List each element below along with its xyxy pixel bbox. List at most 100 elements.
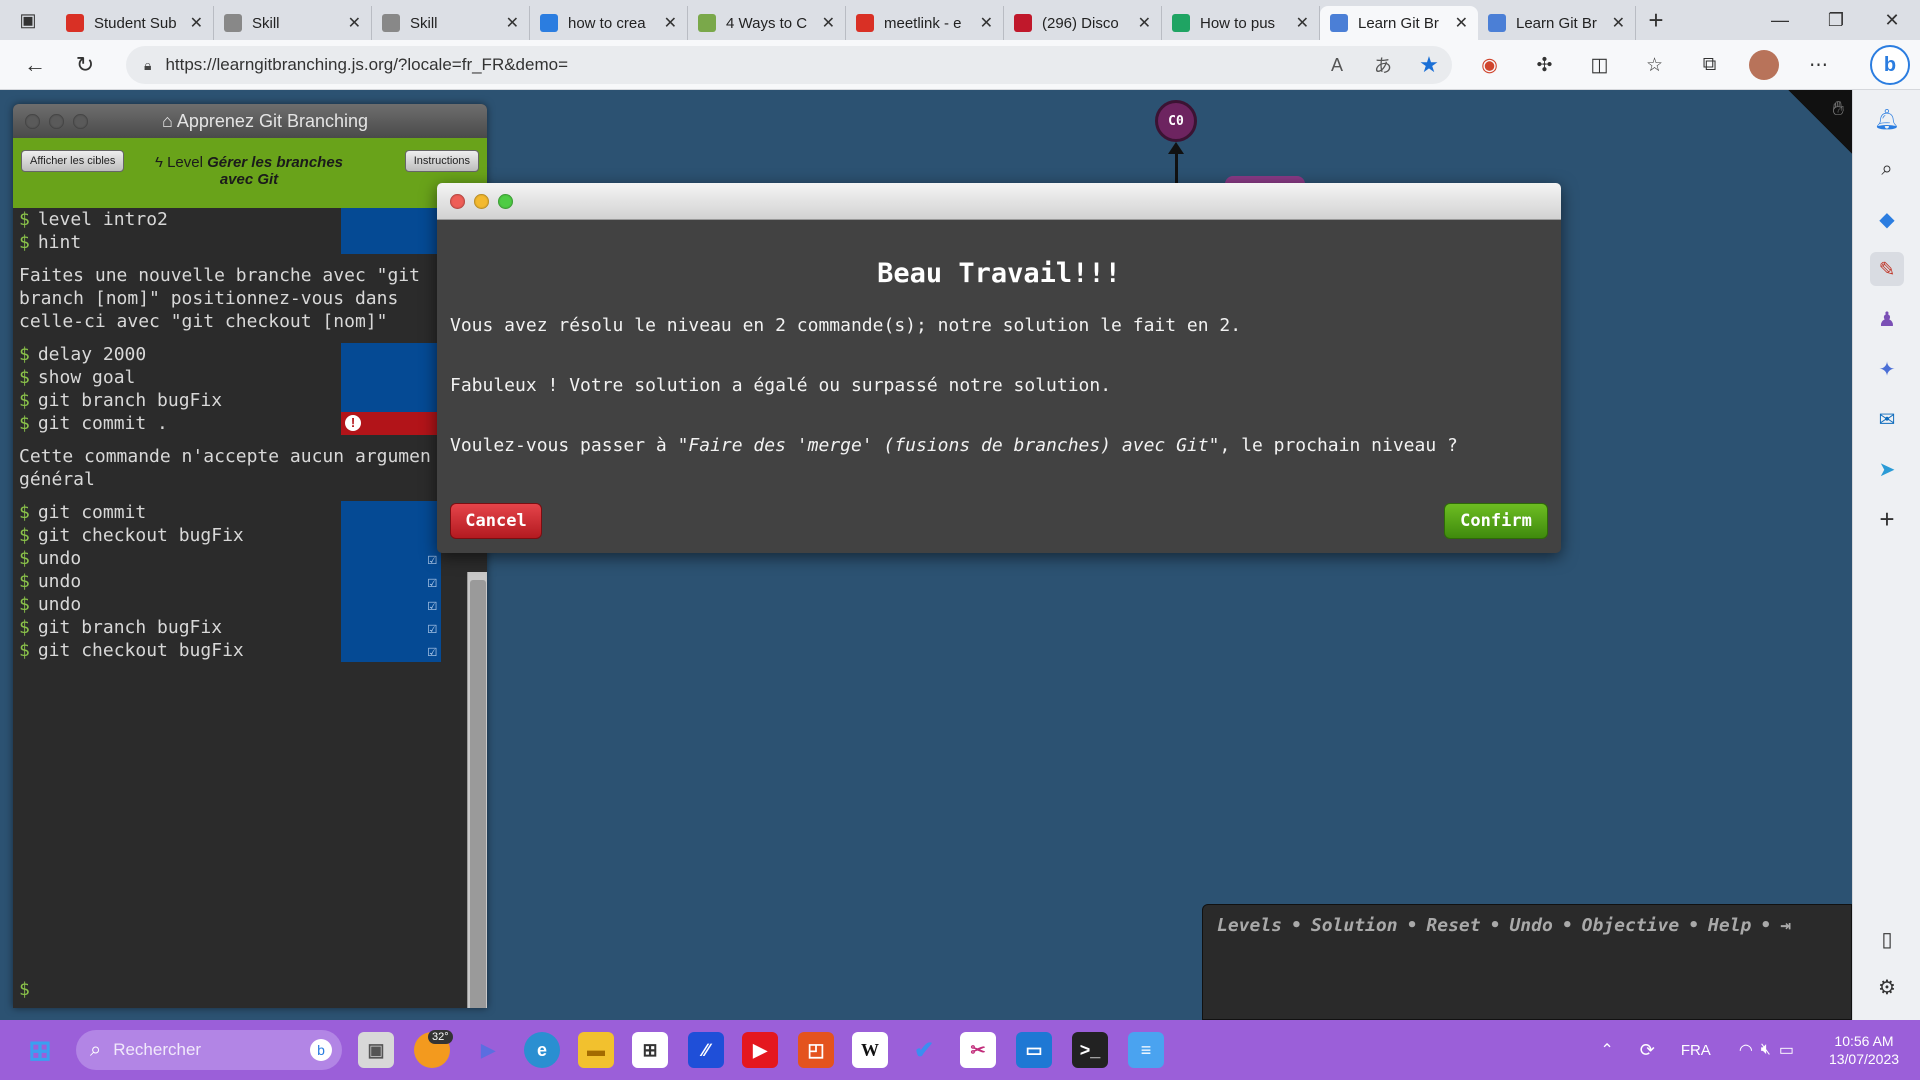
browser-tab[interactable]: Learn Git Br ✕	[1320, 6, 1478, 40]
tools-icon[interactable]: ✎	[1870, 252, 1904, 286]
command-link-objective[interactable]: Objective	[1582, 915, 1680, 936]
confirm-button[interactable]: Confirm	[1444, 503, 1548, 539]
close-tab-icon[interactable]: ✕	[1612, 13, 1625, 33]
todo-icon[interactable]: ✔	[906, 1032, 942, 1068]
mute-icon[interactable]: 🔇︎	[1761, 1041, 1771, 1059]
snipping-icon[interactable]: ✂	[960, 1032, 996, 1068]
command-link-solution[interactable]: Solution	[1311, 915, 1398, 936]
show-hidden-icons[interactable]: ⌃	[1600, 1040, 1613, 1060]
browser-tab[interactable]: 4 Ways to C ✕	[688, 6, 846, 40]
close-dot[interactable]	[25, 113, 40, 129]
office-icon[interactable]: ◰	[798, 1032, 834, 1068]
browser-tab[interactable]: Skill ✕	[372, 6, 530, 40]
sync-icon[interactable]: ⟳	[1640, 1040, 1655, 1061]
task-view-icon[interactable]: ▣	[358, 1032, 394, 1068]
taskbar-search[interactable]: ⌕ Rechercher b	[76, 1030, 342, 1070]
browser-tab[interactable]: Learn Git Br ✕	[1478, 6, 1636, 40]
exit-icon[interactable]: ⇥	[1780, 915, 1791, 936]
more-options-icon[interactable]: ⋯	[1791, 54, 1846, 77]
wifi-icon[interactable]: ◠	[1739, 1040, 1753, 1060]
clock[interactable]: 10:56 AM 13/07/2023	[1808, 1032, 1920, 1068]
cancel-button[interactable]: Cancel	[450, 503, 542, 539]
extension-icon[interactable]: ◉	[1462, 54, 1517, 77]
close-window-button[interactable]: ✕	[1864, 0, 1920, 40]
start-button[interactable]: ⊞	[22, 1032, 58, 1068]
tab-title: meetlink - e	[884, 14, 962, 32]
add-sidebar-app-icon[interactable]: +	[1870, 502, 1904, 536]
scrollbar-thumb[interactable]	[470, 580, 486, 1008]
close-tab-icon[interactable]: ✕	[1138, 13, 1151, 33]
minimize-button[interactable]: —	[1752, 0, 1808, 40]
browser-tab[interactable]: (296) Disco ✕	[1004, 6, 1162, 40]
bell-icon[interactable]: 🔔︎	[1870, 102, 1904, 136]
terminal-icon[interactable]: >_	[1072, 1032, 1108, 1068]
read-aloud-icon[interactable]: A	[1314, 55, 1360, 76]
notepad-icon[interactable]: ≡	[1128, 1032, 1164, 1068]
close-tab-icon[interactable]: ✕	[980, 13, 993, 33]
show-targets-button[interactable]: Afficher les cibles	[21, 150, 125, 172]
close-tab-icon[interactable]: ✕	[1296, 13, 1309, 33]
close-tab-icon[interactable]: ✕	[348, 13, 361, 33]
shopping-tag-icon[interactable]: ◆	[1870, 202, 1904, 236]
whiteboard-icon[interactable]: ▭	[1016, 1032, 1052, 1068]
corner-fold[interactable]: ✋︎	[1788, 90, 1852, 154]
close-tab-icon[interactable]: ✕	[822, 13, 835, 33]
restore-button[interactable]: ❐	[1808, 0, 1864, 40]
close-tab-icon[interactable]: ✕	[1455, 13, 1468, 33]
terminal-scrollbar[interactable]: ▼	[467, 572, 487, 1008]
close-tab-icon[interactable]: ✕	[190, 13, 203, 33]
store-icon[interactable]: ⊞	[632, 1032, 668, 1068]
command-link-undo[interactable]: Undo	[1509, 915, 1552, 936]
wikipedia-icon[interactable]: W	[852, 1032, 888, 1068]
command-link-reset[interactable]: Reset	[1426, 915, 1480, 936]
collections-icon[interactable]: ⧉	[1682, 54, 1737, 76]
close-dot[interactable]	[450, 193, 465, 209]
browser-tab[interactable]: Skill ✕	[214, 6, 372, 40]
browser-tab[interactable]: meetlink - e ✕	[846, 6, 1004, 40]
command-link-help[interactable]: Help	[1708, 915, 1751, 936]
instructions-button[interactable]: Instructions	[404, 150, 479, 172]
search-icon[interactable]: ⌕	[1870, 152, 1904, 186]
split-screen-icon[interactable]: ◫	[1572, 54, 1627, 77]
new-tab-button[interactable]: +	[1636, 0, 1676, 40]
browser-tab[interactable]: Student Sub ✕	[56, 6, 214, 40]
minimize-dot[interactable]	[474, 193, 489, 209]
games-icon[interactable]: ♟	[1870, 302, 1904, 336]
command-link-levels[interactable]: Levels	[1217, 915, 1282, 936]
favorites-icon[interactable]: ☆	[1627, 54, 1682, 77]
edge-icon[interactable]: e	[524, 1032, 560, 1068]
command-panel-titlebar[interactable]: ⌂ Apprenez Git Branching	[13, 104, 487, 138]
close-tab-icon[interactable]: ✕	[664, 13, 677, 33]
m365-icon[interactable]: ✦	[1870, 352, 1904, 386]
browser-tab[interactable]: how to crea ✕	[530, 6, 688, 40]
profile-avatar[interactable]	[1749, 50, 1779, 80]
back-button[interactable]: ←	[10, 40, 60, 90]
close-tab-icon[interactable]: ✕	[506, 13, 519, 33]
battery-icon[interactable]: ▭	[1779, 1040, 1794, 1060]
extensions-puzzle-icon[interactable]: ✣	[1517, 54, 1572, 77]
send-icon[interactable]: ➤	[1870, 452, 1904, 486]
address-bar[interactable]: 🔒︎ https://learngitbranching.js.org/?loc…	[126, 46, 1452, 84]
language-indicator[interactable]: FRA	[1681, 1042, 1711, 1059]
dev-app-icon[interactable]: ∕∕	[688, 1032, 724, 1068]
minimize-dot[interactable]	[49, 113, 64, 129]
command-prompt[interactable]: $	[19, 979, 30, 1000]
settings-gear-icon[interactable]: ⚙	[1870, 970, 1904, 1004]
tab-actions-button[interactable]: ▣	[0, 0, 56, 40]
outlook-icon[interactable]: ✉	[1870, 402, 1904, 436]
maximize-dot[interactable]	[73, 113, 88, 129]
favorite-star-icon[interactable]: ★	[1406, 52, 1452, 78]
bing-copilot-button[interactable]: b	[1870, 45, 1910, 85]
file-explorer-icon[interactable]: ▬	[578, 1032, 614, 1068]
youtube-icon[interactable]: ▶	[742, 1032, 778, 1068]
meet-icon[interactable]: ▶	[470, 1032, 506, 1068]
hide-sidebar-icon[interactable]: ▯	[1870, 922, 1904, 956]
url-text[interactable]: https://learngitbranching.js.org/?locale…	[165, 55, 1314, 75]
refresh-button[interactable]: ↻	[60, 40, 110, 90]
question-suffix: , le prochain niveau ?	[1219, 435, 1458, 456]
commit-node-c0[interactable]: C0	[1155, 100, 1197, 142]
maximize-dot[interactable]	[498, 193, 513, 209]
translate-icon[interactable]: あ	[1360, 52, 1406, 78]
browser-tab[interactable]: How to pus ✕	[1162, 6, 1320, 40]
